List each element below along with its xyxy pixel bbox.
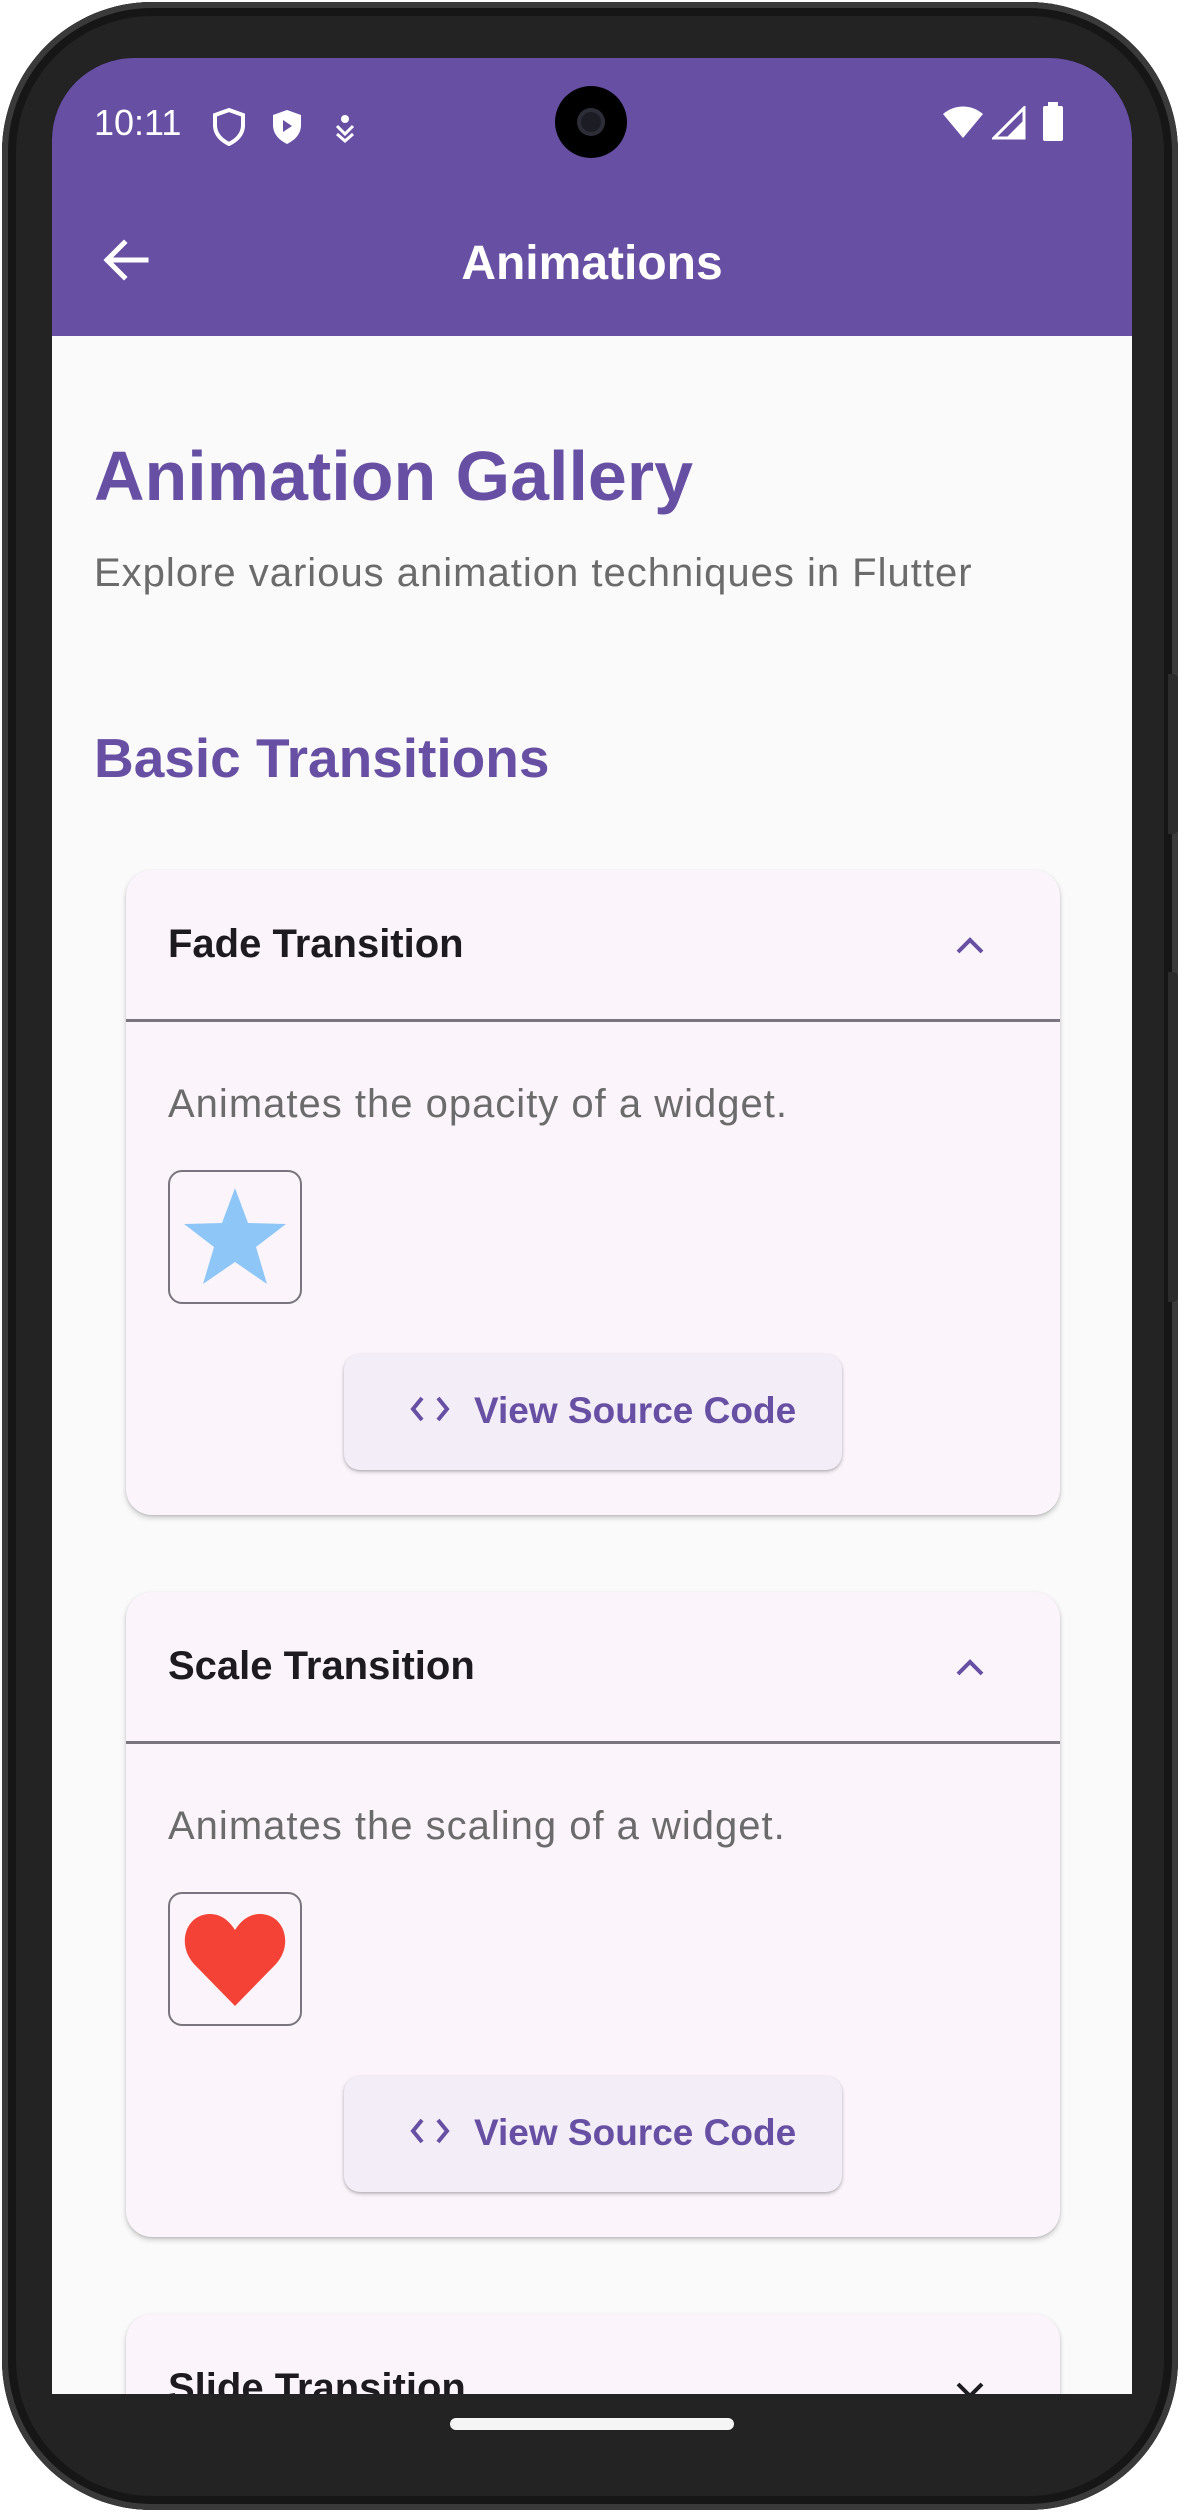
view-source-code-button[interactable]: View Source Code <box>344 2076 842 2192</box>
signal-icon <box>992 106 1026 140</box>
front-camera <box>555 86 627 158</box>
card-fade-transition: Fade Transition Animates the opacity of … <box>126 870 1060 1515</box>
card-divider <box>126 1741 1060 1744</box>
battery-icon <box>1043 102 1063 141</box>
gesture-navigation-bar[interactable] <box>450 2418 734 2430</box>
card-header[interactable]: Scale Transition <box>126 1592 1060 1742</box>
chevron-down-icon[interactable] <box>950 2370 990 2394</box>
card-divider <box>126 1019 1060 1022</box>
power-button <box>1168 972 1178 1302</box>
button-label: View Source Code <box>474 2112 797 2153</box>
page-title: Animation Gallery <box>94 437 694 515</box>
shield-filled-icon <box>273 110 301 144</box>
main-content[interactable]: Animation Gallery Explore various animat… <box>52 336 1132 2394</box>
card-scale-transition: Scale Transition Animates the scaling of… <box>126 1592 1060 2237</box>
location-icon <box>335 115 355 143</box>
app-header: 10:11 Animations <box>52 58 1132 336</box>
code-icon <box>410 1396 450 1422</box>
card-header[interactable]: Slide Transition <box>126 2314 1060 2394</box>
page-subtitle: Explore various animation techniques in … <box>94 551 973 595</box>
shield-outline-icon <box>213 108 245 146</box>
demo-box <box>168 1170 302 1304</box>
status-bar: 10:11 <box>52 58 1132 188</box>
phone-frame: 10:11 Animations Animation Gallery Explo… <box>2 2 1178 2510</box>
card-title: Fade Transition <box>168 922 464 966</box>
status-time: 10:11 <box>94 102 182 143</box>
volume-button <box>1168 674 1178 834</box>
card-title: Slide Transition <box>168 2366 466 2394</box>
chevron-up-icon[interactable] <box>950 1648 990 1688</box>
heart-icon <box>184 1914 286 2006</box>
card-description: Animates the scaling of a widget. <box>168 1804 786 1848</box>
demo-box <box>168 1892 302 2026</box>
button-label: View Source Code <box>474 1390 797 1431</box>
app-bar-title: Animations <box>461 237 723 290</box>
screen: 10:11 Animations Animation Gallery Explo… <box>52 58 1132 2394</box>
code-icon <box>410 2118 450 2144</box>
chevron-up-icon[interactable] <box>950 926 990 966</box>
star-icon <box>184 1188 286 1284</box>
wifi-icon <box>943 106 983 138</box>
card-slide-transition: Slide Transition <box>126 2314 1060 2394</box>
card-description: Animates the opacity of a widget. <box>168 1082 788 1126</box>
card-header[interactable]: Fade Transition <box>126 870 1060 1020</box>
view-source-code-button[interactable]: View Source Code <box>344 1354 842 1470</box>
section-title: Basic Transitions <box>94 727 550 789</box>
card-title: Scale Transition <box>168 1644 475 1688</box>
